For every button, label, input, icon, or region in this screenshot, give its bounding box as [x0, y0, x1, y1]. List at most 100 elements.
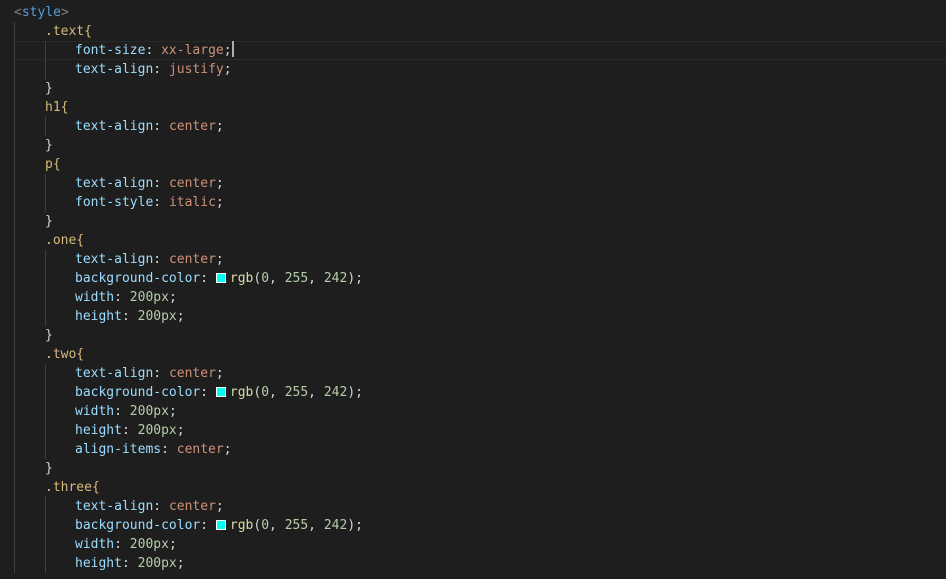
- code-lines[interactable]: <style> .text{font-size: xx-large; text-al…: [14, 3, 946, 573]
- colon: :: [200, 518, 216, 533]
- code-line[interactable]: <style>: [14, 3, 946, 22]
- semicolon: ;: [223, 62, 232, 77]
- indent-guide: [14, 364, 15, 383]
- indent-guide: [14, 326, 15, 345]
- code-line[interactable]: background-color: rgb(0, 255, 242);: [14, 269, 946, 288]
- paren-close: ): [347, 385, 356, 400]
- semicolon: ;: [223, 442, 232, 457]
- colon: :: [145, 43, 162, 58]
- code-line[interactable]: width: 200px;: [14, 402, 946, 421]
- code-line[interactable]: width: 200px;: [14, 535, 946, 554]
- code-line[interactable]: font-style: italic;: [14, 193, 946, 212]
- code-line[interactable]: text-align: center;: [14, 117, 946, 136]
- indent-guide: [14, 60, 15, 79]
- css-value: italic: [168, 195, 216, 210]
- code-line[interactable]: background-color: rgb(0, 255, 242);: [14, 516, 946, 535]
- code-line[interactable]: }: [14, 459, 946, 478]
- code-line[interactable]: }: [14, 136, 946, 155]
- code-line[interactable]: }: [14, 212, 946, 231]
- indent-guide: [14, 212, 15, 231]
- code-line[interactable]: height: 200px;: [14, 554, 946, 573]
- code-line[interactable]: height: 200px;: [14, 307, 946, 326]
- css-arg: 242: [323, 518, 348, 533]
- css-number-value: 200px: [137, 556, 177, 571]
- semicolon: ;: [215, 366, 224, 381]
- indent-guide: [14, 155, 15, 174]
- colon: :: [153, 195, 169, 210]
- code-line[interactable]: h1{: [14, 98, 946, 117]
- css-selector: .one{: [45, 233, 85, 248]
- semicolon: ;: [215, 119, 224, 134]
- css-property: text-align: [75, 62, 154, 77]
- code-line[interactable]: text-align: center;: [14, 174, 946, 193]
- code-line[interactable]: text-align: center;: [14, 497, 946, 516]
- css-property: background-color: [75, 385, 201, 400]
- css-arg: 242: [323, 271, 348, 286]
- indent-guide: [45, 516, 46, 535]
- code-line[interactable]: .three{: [14, 478, 946, 497]
- indent-guide: [14, 421, 15, 440]
- code-line[interactable]: .one{: [14, 231, 946, 250]
- semicolon: ;: [176, 556, 185, 571]
- css-property: text-align: [75, 176, 154, 191]
- indent-guide: [14, 402, 15, 421]
- semicolon: ;: [176, 309, 185, 324]
- css-property: background-color: [75, 271, 201, 286]
- indent-guide: [45, 193, 46, 212]
- semicolon: ;: [355, 518, 363, 533]
- code-line[interactable]: font-size: xx-large;: [14, 41, 946, 60]
- code-line[interactable]: width: 200px;: [14, 288, 946, 307]
- color-swatch[interactable]: [215, 520, 226, 530]
- semicolon: ;: [168, 290, 177, 305]
- css-property: text-align: [75, 366, 154, 381]
- code-line[interactable]: }: [14, 79, 946, 98]
- indent-guide: [45, 364, 46, 383]
- css-selector: .two{: [45, 347, 85, 362]
- comma: ,: [269, 518, 285, 533]
- code-line[interactable]: p{: [14, 155, 946, 174]
- indent-guide: [45, 554, 46, 573]
- close-brace: }: [45, 138, 53, 153]
- css-property: text-align: [75, 499, 154, 514]
- colon: :: [114, 404, 130, 419]
- code-line[interactable]: height: 200px;: [14, 421, 946, 440]
- indent-guide: [14, 345, 15, 364]
- code-editor[interactable]: <style> .text{font-size: xx-large; text-al…: [0, 0, 946, 579]
- comma: ,: [269, 271, 285, 286]
- code-line[interactable]: text-align: center;: [14, 250, 946, 269]
- code-line[interactable]: text-align: justify;: [14, 60, 946, 79]
- color-swatch[interactable]: [215, 273, 226, 283]
- colon: :: [153, 119, 169, 134]
- css-selector: h1{: [45, 100, 69, 115]
- code-line[interactable]: .text{: [14, 22, 946, 41]
- colon: :: [161, 442, 177, 457]
- indent-guide: [45, 117, 46, 136]
- colon: :: [200, 271, 216, 286]
- semicolon: ;: [215, 252, 224, 267]
- colon: :: [200, 385, 216, 400]
- indent-guide: [45, 535, 46, 554]
- indent-guide: [14, 497, 15, 516]
- indent-guide: [14, 288, 15, 307]
- css-property: text-align: [75, 252, 154, 267]
- colon: :: [121, 556, 138, 571]
- css-function: rgb: [229, 385, 254, 400]
- color-swatch[interactable]: [215, 387, 226, 397]
- code-line[interactable]: }: [14, 326, 946, 345]
- code-line[interactable]: align-items: center;: [14, 440, 946, 459]
- paren-close: ): [347, 271, 356, 286]
- indent-guide: [14, 41, 15, 60]
- indent-guide: [45, 41, 46, 60]
- css-value: center: [168, 499, 216, 514]
- indent-guide: [14, 459, 15, 478]
- indent-guide: [14, 231, 15, 250]
- css-number-value: 200px: [129, 404, 169, 419]
- css-value: center: [168, 176, 216, 191]
- code-line[interactable]: .two{: [14, 345, 946, 364]
- close-brace: }: [45, 461, 53, 476]
- indent-guide: [45, 402, 46, 421]
- code-line[interactable]: text-align: center;: [14, 364, 946, 383]
- indent-guide: [14, 174, 15, 193]
- code-line[interactable]: background-color: rgb(0, 255, 242);: [14, 383, 946, 402]
- css-value: center: [168, 252, 216, 267]
